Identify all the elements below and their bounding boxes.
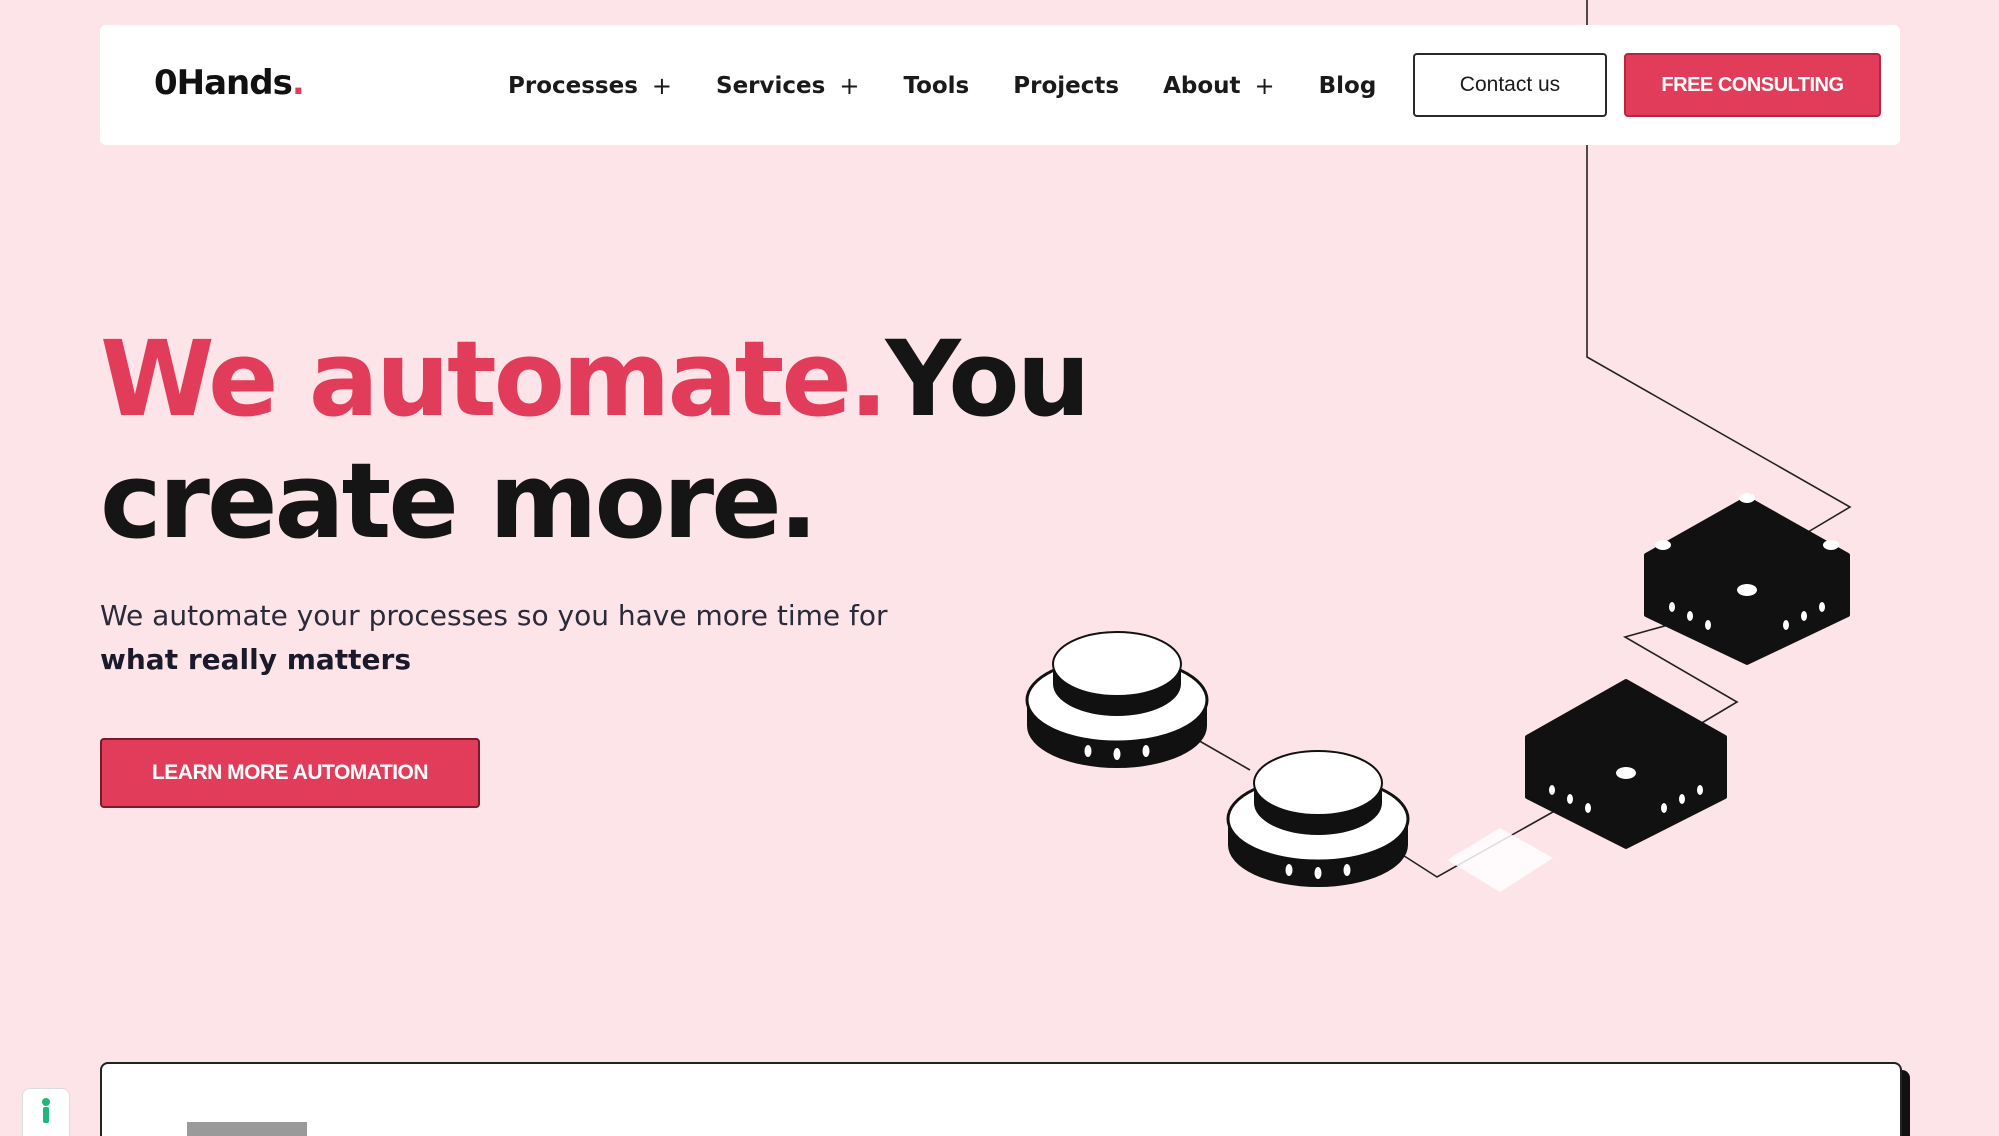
- nav-item-projects[interactable]: Projects: [1013, 73, 1119, 99]
- hero-illustration: [1025, 0, 1852, 892]
- cube-2: [1525, 679, 1727, 849]
- plus-icon: +: [839, 72, 860, 100]
- cylinder-2: [1226, 750, 1410, 887]
- free-consulting-button[interactable]: FREE CONSULTING: [1624, 53, 1881, 117]
- nav-label: Processes: [508, 73, 638, 99]
- nav-label: Blog: [1318, 73, 1377, 99]
- nav-item-tools[interactable]: Tools: [903, 73, 969, 99]
- page: 0Hands. Processes + Services + Tools Pro…: [0, 0, 1999, 1136]
- main-nav: Processes + Services + Tools Projects Ab…: [508, 69, 1420, 103]
- hero-subtitle-strong: what really matters: [100, 643, 412, 676]
- logo-text: 0Hands: [154, 63, 293, 103]
- hero-title-part-2: create more.: [100, 440, 818, 562]
- hero-subtitle: We automate your processes so you have m…: [100, 594, 920, 682]
- cube-1: [1644, 493, 1850, 665]
- bottom-card: [100, 1062, 1902, 1136]
- nav-label: About: [1163, 73, 1241, 99]
- accessibility-badge[interactable]: [22, 1088, 70, 1136]
- nav-label: Tools: [903, 73, 970, 99]
- cylinder-1: [1025, 631, 1209, 768]
- hero-title-part-1: You: [885, 318, 1090, 440]
- card-image-placeholder: [187, 1122, 307, 1136]
- learn-more-button[interactable]: LEARN MORE AUTOMATION: [100, 738, 480, 808]
- nav-item-processes[interactable]: Processes +: [508, 72, 672, 100]
- contact-button[interactable]: Contact us: [1413, 53, 1607, 117]
- plus-icon: +: [1254, 72, 1275, 100]
- hero-title: We automate.You create more.: [100, 318, 1091, 562]
- nav-label: Services: [716, 73, 826, 99]
- hero-subtitle-text: We automate your processes so you have m…: [100, 599, 888, 632]
- nav-item-about[interactable]: About +: [1163, 72, 1275, 100]
- nav-item-blog[interactable]: Blog: [1319, 73, 1377, 99]
- site-header: 0Hands. Processes + Services + Tools Pro…: [100, 25, 1900, 145]
- person-icon: [42, 1098, 50, 1123]
- nav-label: Projects: [1013, 73, 1120, 99]
- logo-dot: .: [291, 63, 305, 103]
- nav-item-services[interactable]: Services +: [716, 72, 859, 100]
- hero-title-accent: We automate.: [100, 318, 888, 440]
- plus-icon: +: [651, 72, 673, 100]
- site-logo[interactable]: 0Hands.: [154, 63, 305, 103]
